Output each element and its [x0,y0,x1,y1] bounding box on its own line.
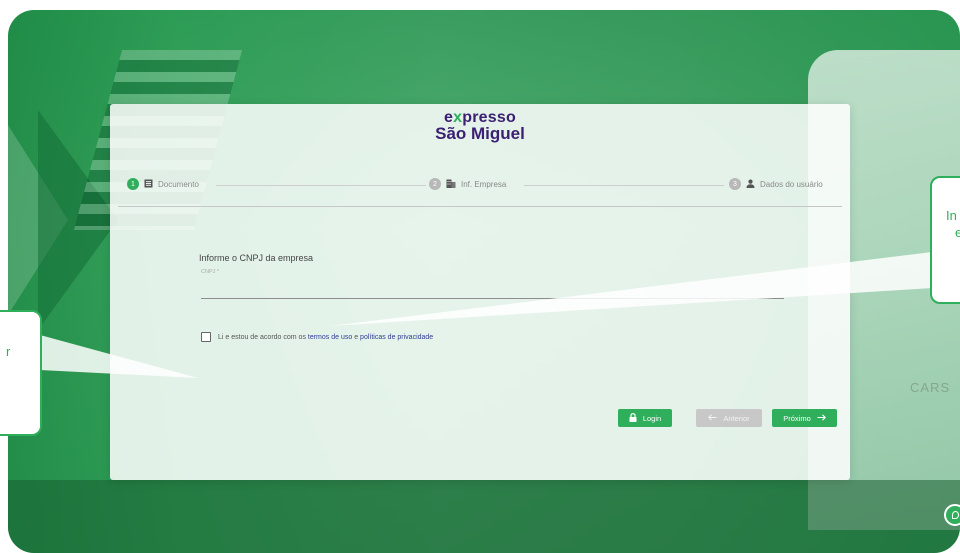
chat-bubble-icon [952,511,959,519]
callout-pointers [40,252,932,378]
left-tooltip-callout: r [0,310,42,436]
chat-widget-button[interactable] [944,504,960,526]
right-callout-text: In e [946,208,960,240]
right-callout-pointer [330,252,932,326]
left-callout-pointer [40,335,198,378]
right-tooltip-callout: In e [930,176,960,304]
left-callout-text: r [6,344,11,359]
